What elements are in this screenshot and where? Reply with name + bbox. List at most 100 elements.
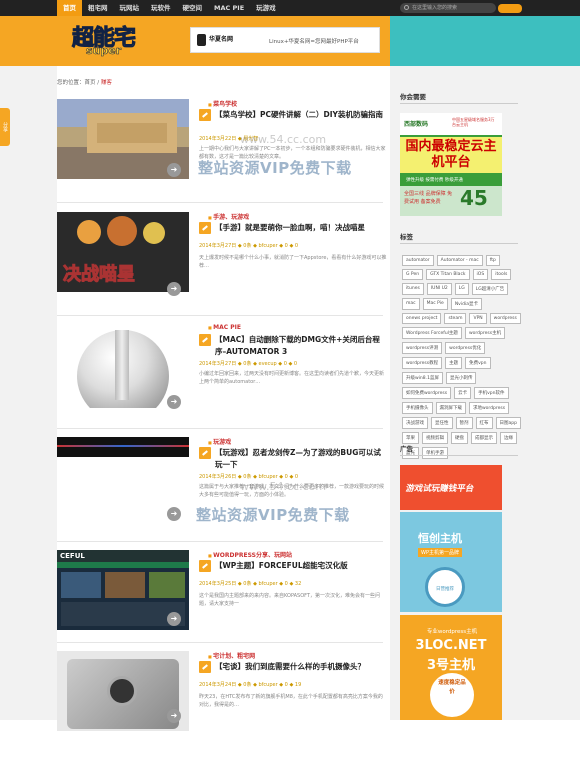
nav-software[interactable]: 玩软件 [145, 0, 177, 16]
tag-item[interactable]: 成都显示 [471, 432, 497, 444]
tag-item[interactable]: Nvidia显卡 [450, 298, 482, 310]
tag-item[interactable]: onews project [402, 313, 442, 324]
tag-item[interactable]: 漏洞屏下载 [435, 402, 466, 414]
hxmw-logo-icon [197, 34, 206, 46]
tag-item[interactable]: VPN [469, 313, 487, 324]
tag-item[interactable]: wordpress主机 [464, 327, 506, 339]
divider [57, 202, 383, 203]
post-category[interactable]: 宅计划、粗宅网 [208, 651, 255, 660]
search-input[interactable]: 在这里输入您的搜索 [400, 3, 496, 13]
tag-item[interactable]: IUNI U2 [426, 283, 452, 295]
tag-item[interactable]: 如何免费wordpress [402, 387, 452, 399]
tag-item[interactable]: 单机手游 [422, 447, 448, 459]
tag-item[interactable]: ftp [485, 255, 500, 266]
breadcrumb: 您的位置：首页 / 赚客 [57, 78, 112, 86]
post-thumbnail[interactable]: 决战喵星 [57, 212, 189, 292]
tag-item[interactable]: 显任性 [431, 417, 453, 429]
tag-item[interactable]: wordpress [489, 313, 521, 324]
post-title[interactable]: 【WP主题】FORCEFUL超能宅汉化版 [215, 560, 387, 572]
tag-item[interactable]: LG超清小广告 [471, 283, 509, 295]
tag-item[interactable]: wordpress优化 [445, 342, 486, 354]
watermark-text: 整站资源VIP免费下载 [198, 159, 352, 177]
3loc-host-ad[interactable]: 专业wordpress主机 3LOC.NET 3号主机 速度稳定品价 [400, 615, 502, 720]
tag-item[interactable]: 显光小刺传 [445, 372, 477, 384]
post-title[interactable]: 【MAC】自动删除下载的DMG文件+关闭后台程序–AUTOMATOR 3 [215, 334, 387, 358]
tag-item[interactable]: Mac Pie [422, 298, 448, 310]
nav-sites[interactable]: 玩网站 [114, 0, 146, 16]
tag-item[interactable]: 升级win8.1蓝屏 [402, 372, 443, 384]
tag-cloud: automator Automator - mac ftp G Pen GTX Tita… [402, 255, 522, 459]
tag-item[interactable]: 硬盘 [451, 432, 468, 444]
post-title[interactable]: 【手游】就是要萌你一脸血啊，喵！决战喵星 [215, 222, 387, 234]
tag-item[interactable]: automator [402, 255, 434, 266]
tag-item[interactable]: 主题 [445, 357, 463, 369]
tag-item[interactable]: iOS [472, 269, 489, 280]
arrow-right-icon[interactable]: ➜ [167, 507, 181, 521]
arrow-right-icon[interactable]: ➜ [167, 709, 181, 723]
tag-item[interactable]: 边缘 [500, 432, 517, 444]
tag-item[interactable]: 手机vpn软件 [474, 387, 509, 399]
west-digital-ad[interactable]: 西部数码 中国五星级域名服务3万台云主机 国内最稳定云主机平台 弹性升级 按需付… [400, 113, 502, 216]
post-title[interactable]: 【玩游戏】忍者龙剑传Z—为了游戏的BUG可以试玩一下 [215, 447, 387, 471]
tag-item[interactable]: Wordpress Forceful主题 [402, 327, 462, 339]
post-title[interactable]: 【菜鸟学校】PC硬件讲解（二）DIY装机防骗指南 [215, 109, 387, 121]
tag-item[interactable]: 红布 [475, 417, 493, 429]
ad2-text: 游戏试玩赚钱平台 [404, 484, 475, 494]
post-title[interactable]: 【宅谈】我们到底需要什么样的手机摄像头？ [215, 661, 387, 673]
arrow-right-icon[interactable]: ➜ [167, 395, 181, 409]
hengchuang-host-ad[interactable]: 恒创主机 WP主机第一品牌 日营推荐 [400, 512, 502, 612]
divider [400, 103, 518, 104]
watermark-url: www.54.cc.com [240, 480, 327, 493]
search-icon [404, 5, 409, 10]
header-ad-brand: 华夏名网 [209, 36, 234, 43]
tag-item[interactable]: 决战游戏 [402, 417, 428, 429]
header-ad[interactable]: 华夏名网 Linux+华夏名网=您网最好PHP平台 [190, 27, 380, 53]
arrow-right-icon[interactable]: ➜ [167, 282, 181, 296]
site-logo[interactable]: 超能宅 super [71, 20, 152, 60]
nav-hardware[interactable]: 硬空间 [177, 0, 209, 16]
divider [57, 428, 383, 429]
post-category[interactable]: 菜鸟学校 [208, 99, 237, 108]
pencil-icon [199, 334, 211, 346]
nav-zhai[interactable]: 粗宅网 [82, 0, 114, 16]
tag-item[interactable]: 免费vpn [465, 357, 491, 369]
tag-item[interactable]: LG [454, 283, 469, 295]
tag-item[interactable]: itunes [402, 283, 424, 295]
post-item: ➜ 菜鸟学校 【菜鸟学校】PC硬件讲解（二）DIY装机防骗指南 2014年3月2… [57, 99, 387, 211]
tag-item[interactable]: wordpress教程 [402, 357, 443, 369]
post-category[interactable]: MAC PIE [208, 324, 241, 331]
breadcrumb-prefix: 您的位置： [57, 80, 85, 86]
pencil-icon [199, 661, 211, 673]
header-ad-text: Linux+华夏名网=您网最好PHP平台 [269, 39, 359, 45]
tag-item[interactable]: Automator - mac [436, 255, 483, 266]
tag-item[interactable]: 暂剂 [455, 417, 473, 429]
ad1-features: 弹性升级 按需付费 秒级开通 [406, 178, 463, 183]
share-tab[interactable]: 分享 [0, 108, 10, 146]
post-thumbnail[interactable] [57, 437, 189, 457]
search-button[interactable] [498, 4, 522, 13]
tag-item[interactable]: G Pen [402, 269, 424, 280]
tag-item[interactable]: GTX Titan Black [426, 269, 470, 280]
tag-item[interactable]: wordpress评测 [402, 342, 443, 354]
tag-item[interactable]: 云卡 [454, 387, 472, 399]
tag-item[interactable]: 日图app [495, 417, 521, 429]
tag-item[interactable]: itools [491, 269, 512, 280]
ad1-brand: 西部数码 [404, 121, 429, 128]
breadcrumb-home[interactable]: 首页 [85, 80, 96, 86]
nav-mac[interactable]: MAC PIE [208, 0, 250, 16]
arrow-right-icon[interactable]: ➜ [167, 612, 181, 626]
nav-games[interactable]: 玩游戏 [250, 0, 282, 16]
post-category[interactable]: 手游、玩游戏 [208, 212, 249, 221]
arrow-right-icon[interactable]: ➜ [167, 163, 181, 177]
post-category[interactable]: 玩游戏 [208, 437, 231, 446]
game-trial-ad[interactable]: 游戏试玩赚钱平台 [400, 465, 502, 510]
tag-item[interactable]: 求地wordpress [469, 402, 510, 414]
post-category[interactable]: WORDPRESS分享、玩网站 [208, 550, 292, 559]
tag-item[interactable]: 视频剪辑 [422, 432, 448, 444]
nav-home[interactable]: 首页 [57, 0, 82, 16]
divider [57, 642, 383, 643]
tag-item[interactable]: 手机摄像头 [402, 402, 433, 414]
tag-item[interactable]: steam [444, 313, 467, 324]
sidebar-heading-recommend: 你会需要 [400, 93, 426, 101]
tag-item[interactable]: mac [402, 298, 420, 310]
